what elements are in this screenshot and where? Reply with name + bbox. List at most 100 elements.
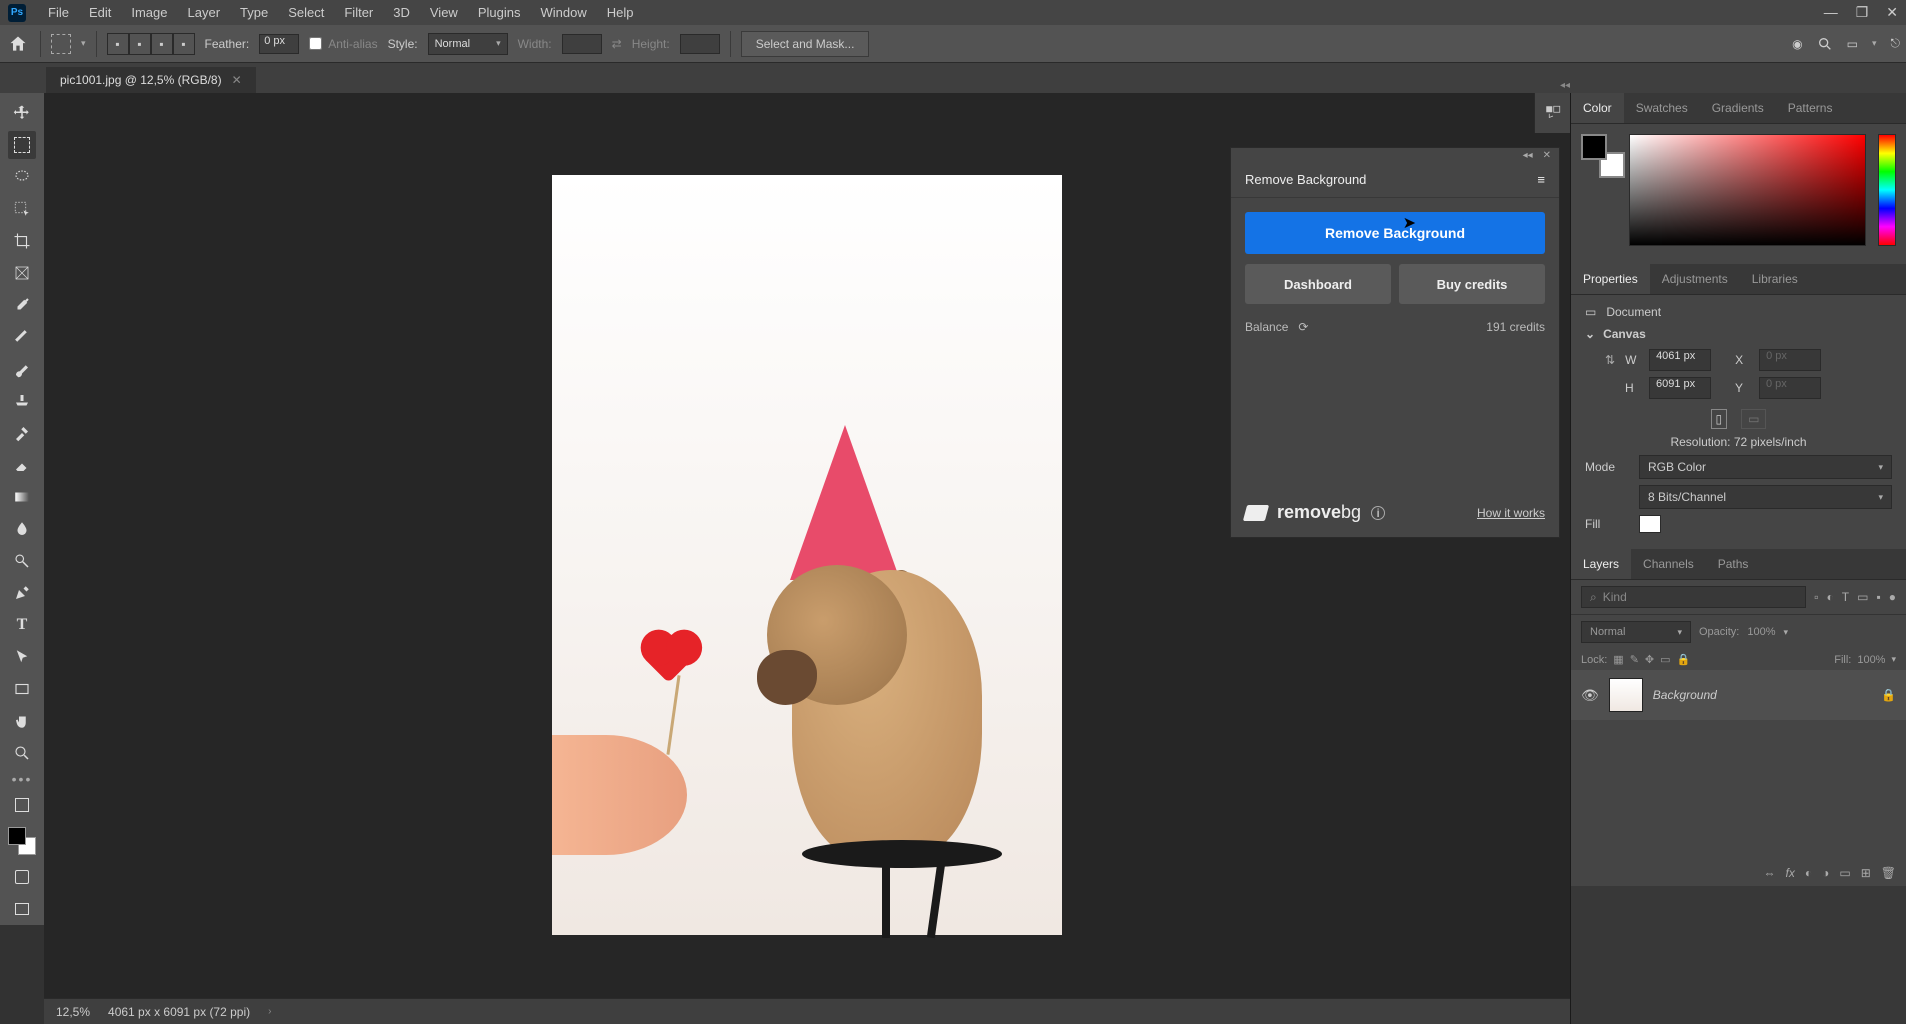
- screen-mode-icon[interactable]: [8, 895, 36, 923]
- filter-toggle-icon[interactable]: ●: [1889, 590, 1896, 604]
- history-brush-tool-icon[interactable]: [8, 419, 36, 447]
- lock-icon[interactable]: 🔒: [1881, 688, 1896, 702]
- new-layer-icon[interactable]: ⊞: [1861, 866, 1871, 880]
- panel-close-icon[interactable]: ✕: [1543, 150, 1551, 161]
- blur-tool-icon[interactable]: [8, 515, 36, 543]
- menu-window[interactable]: Window: [530, 5, 596, 20]
- filter-adjust-icon[interactable]: ◐: [1827, 590, 1834, 604]
- lock-pixels-icon[interactable]: ▦: [1613, 653, 1623, 666]
- chevron-down-icon[interactable]: ▾: [1872, 38, 1877, 49]
- antialias-checkbox[interactable]: [309, 37, 322, 50]
- style-select[interactable]: Normal▾: [428, 33, 508, 55]
- tool-preset-icon[interactable]: [51, 34, 71, 54]
- path-select-tool-icon[interactable]: [8, 643, 36, 671]
- menu-filter[interactable]: Filter: [334, 5, 383, 20]
- fill-swatch[interactable]: [1639, 515, 1661, 533]
- selection-new-icon[interactable]: ▪: [107, 33, 129, 55]
- tab-paths[interactable]: Paths: [1706, 549, 1761, 579]
- link-icon[interactable]: ⇅: [1605, 353, 1615, 367]
- marquee-tool-icon[interactable]: [8, 131, 36, 159]
- menu-3d[interactable]: 3D: [383, 5, 420, 20]
- group-icon[interactable]: ▭: [1839, 866, 1850, 880]
- edit-3d-icon[interactable]: [8, 791, 36, 819]
- hue-slider[interactable]: [1878, 134, 1896, 246]
- status-chevron-icon[interactable]: ›: [268, 1006, 271, 1017]
- dashboard-button[interactable]: Dashboard: [1245, 264, 1391, 304]
- width-value[interactable]: 4061 px: [1649, 349, 1711, 371]
- lock-nest-icon[interactable]: ▭: [1660, 653, 1670, 666]
- window-close-icon[interactable]: ✕: [1886, 4, 1898, 21]
- move-tool-icon[interactable]: [8, 99, 36, 127]
- opacity-value[interactable]: 100%: [1747, 626, 1775, 638]
- orientation-portrait-icon[interactable]: ▯: [1711, 409, 1728, 429]
- feather-input[interactable]: 0 px: [259, 34, 299, 54]
- menu-image[interactable]: Image: [121, 5, 177, 20]
- lasso-tool-icon[interactable]: [8, 163, 36, 191]
- refresh-icon[interactable]: ⟳: [1298, 320, 1308, 334]
- selection-add-icon[interactable]: ▪: [129, 33, 151, 55]
- fill-value[interactable]: 100%: [1857, 654, 1885, 666]
- height-value[interactable]: 6091 px: [1649, 377, 1711, 399]
- lock-all-icon[interactable]: 🔒: [1677, 653, 1691, 666]
- selection-intersect-icon[interactable]: ▪: [173, 33, 195, 55]
- mode-select[interactable]: RGB Color▾: [1639, 455, 1892, 479]
- dodge-tool-icon[interactable]: [8, 547, 36, 575]
- layer-name[interactable]: Background: [1653, 688, 1717, 702]
- menu-help[interactable]: Help: [597, 5, 644, 20]
- filter-shape-icon[interactable]: ▭: [1857, 590, 1868, 604]
- share-icon[interactable]: ⎋: [1891, 36, 1901, 51]
- panel-menu-icon[interactable]: ≡: [1537, 172, 1545, 187]
- filter-type-icon[interactable]: T: [1842, 590, 1849, 604]
- lock-position-icon[interactable]: ✎: [1630, 653, 1639, 666]
- search-icon[interactable]: [1817, 36, 1833, 52]
- workspace-icon[interactable]: ▭: [1847, 37, 1858, 51]
- window-restore-icon[interactable]: ❐: [1856, 4, 1869, 21]
- panel-collapse-icon[interactable]: ◂◂: [1523, 150, 1533, 161]
- tab-properties[interactable]: Properties: [1571, 264, 1650, 294]
- layer-row[interactable]: 👁 Background 🔒: [1571, 670, 1906, 720]
- layer-fx-icon[interactable]: fx: [1786, 866, 1795, 880]
- edit-toolbar-icon[interactable]: •••: [12, 771, 33, 787]
- layer-filter-select[interactable]: ⌕ Kind: [1581, 586, 1806, 608]
- crop-tool-icon[interactable]: [8, 227, 36, 255]
- gradient-tool-icon[interactable]: [8, 483, 36, 511]
- blend-mode-select[interactable]: Normal▾: [1581, 621, 1691, 643]
- menu-file[interactable]: File: [38, 5, 79, 20]
- depth-select[interactable]: 8 Bits/Channel▾: [1639, 485, 1892, 509]
- lock-artboard-icon[interactable]: ✥: [1645, 653, 1654, 666]
- cloud-sync-icon[interactable]: ◉: [1792, 37, 1802, 51]
- hand-tool-icon[interactable]: [8, 707, 36, 735]
- swap-icon[interactable]: ⇄: [612, 37, 622, 51]
- tab-swatches[interactable]: Swatches: [1624, 93, 1700, 123]
- foreground-background-colors[interactable]: [8, 827, 36, 855]
- visibility-icon[interactable]: 👁: [1581, 687, 1599, 704]
- chevron-down-icon[interactable]: ⌄: [1585, 327, 1595, 341]
- brush-tool-icon[interactable]: [8, 355, 36, 383]
- zoom-tool-icon[interactable]: [8, 739, 36, 767]
- tab-adjustments[interactable]: Adjustments: [1650, 264, 1740, 294]
- menu-type[interactable]: Type: [230, 5, 278, 20]
- layer-mask-icon[interactable]: ◐: [1805, 866, 1812, 880]
- filter-smart-icon[interactable]: ▪: [1876, 590, 1880, 604]
- pen-tool-icon[interactable]: [8, 579, 36, 607]
- color-fgbg[interactable]: [1581, 134, 1617, 170]
- delete-layer-icon[interactable]: 🗑: [1881, 866, 1896, 880]
- filter-image-icon[interactable]: ▫: [1814, 590, 1818, 604]
- zoom-level[interactable]: 12,5%: [56, 1005, 90, 1019]
- tab-color[interactable]: Color: [1571, 93, 1624, 123]
- menu-view[interactable]: View: [420, 5, 468, 20]
- menu-plugins[interactable]: Plugins: [468, 5, 531, 20]
- tab-gradients[interactable]: Gradients: [1700, 93, 1776, 123]
- healing-brush-tool-icon[interactable]: [8, 323, 36, 351]
- document-canvas[interactable]: [552, 175, 1062, 935]
- link-layers-icon[interactable]: ⇔: [1764, 866, 1776, 880]
- menu-select[interactable]: Select: [278, 5, 334, 20]
- object-select-tool-icon[interactable]: [8, 195, 36, 223]
- quick-mask-icon[interactable]: [8, 863, 36, 891]
- app-logo[interactable]: Ps: [8, 4, 26, 22]
- info-icon[interactable]: i: [1371, 506, 1385, 520]
- how-it-works-link[interactable]: How it works: [1477, 506, 1545, 520]
- tab-layers[interactable]: Layers: [1571, 549, 1631, 579]
- chevron-down-icon[interactable]: ▾: [81, 38, 86, 49]
- home-icon[interactable]: [6, 32, 30, 56]
